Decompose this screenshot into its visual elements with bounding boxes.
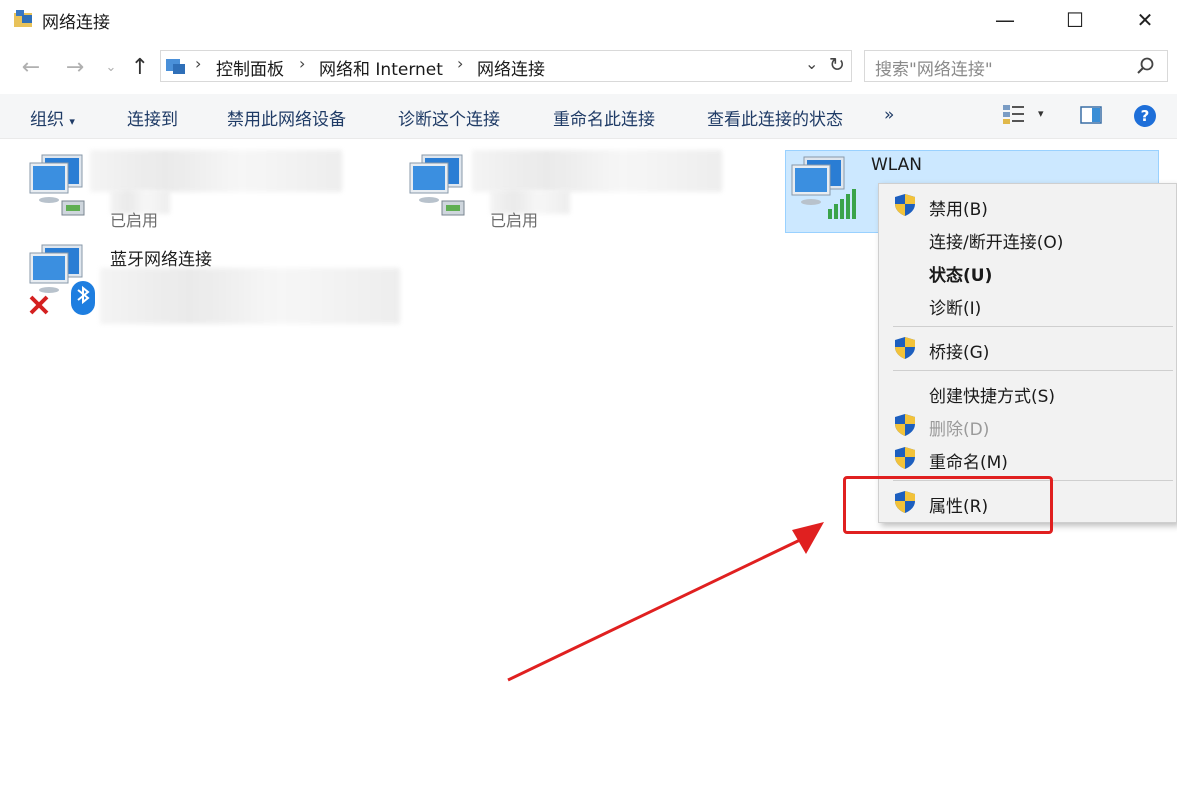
redacted-connection-name	[90, 150, 342, 192]
breadcrumb-separator-icon: ›	[195, 54, 202, 73]
breadcrumb-separator-icon: ›	[299, 54, 306, 73]
back-arrow-icon[interactable]: ←	[16, 52, 46, 82]
menu-item-diagnose[interactable]: 诊断(I)	[929, 294, 981, 319]
diagnose-button[interactable]: 诊断这个连接	[398, 105, 500, 130]
menu-item-disable[interactable]: 禁用(B)	[929, 195, 988, 220]
menu-item-rename[interactable]: 重命名(M)	[929, 448, 1008, 473]
breadcrumb-network-internet[interactable]: 网络和 Internet	[319, 55, 443, 80]
redacted-connection-name	[472, 150, 722, 192]
search-icon[interactable]	[1136, 56, 1156, 76]
more-commands-button[interactable]: »	[884, 105, 894, 125]
menu-item-bridge[interactable]: 桥接(G)	[929, 338, 989, 363]
dropdown-caret-icon: ▾	[69, 115, 75, 128]
maximize-button[interactable]: ☐	[1052, 0, 1098, 40]
wlan-connection-name: WLAN	[871, 155, 923, 175]
address-dropdown-icon[interactable]: ⌄	[805, 54, 818, 73]
ethernet-connection-icon	[409, 154, 465, 216]
uac-shield-icon	[895, 337, 915, 359]
annotation-arrow-icon	[507, 522, 824, 682]
view-dropdown-icon[interactable]: ▾	[1038, 107, 1044, 120]
menu-item-create-shortcut[interactable]: 创建快捷方式(S)	[929, 382, 1055, 407]
svg-text:?: ?	[1141, 107, 1150, 125]
wifi-connection-icon	[791, 156, 856, 219]
control-panel-icon	[166, 59, 185, 74]
view-options-icon[interactable]	[1002, 104, 1026, 126]
organize-label: 组织	[30, 110, 64, 130]
window-title: 网络连接	[42, 13, 110, 33]
view-status-button[interactable]: 查看此连接的状态	[707, 105, 843, 130]
minimize-button[interactable]: —	[982, 0, 1028, 40]
uac-shield-icon	[895, 447, 915, 469]
breadcrumb-control-panel[interactable]: 控制面板	[216, 55, 284, 80]
connect-to-button[interactable]: 连接到	[127, 105, 178, 130]
redacted-connection-detail	[100, 268, 400, 324]
refresh-icon[interactable]: ↻	[829, 54, 845, 76]
menu-item-connect-disconnect[interactable]: 连接/断开连接(O)	[929, 228, 1063, 253]
rename-button[interactable]: 重命名此连接	[553, 105, 655, 130]
disable-device-button[interactable]: 禁用此网络设备	[227, 105, 346, 130]
forward-arrow-icon[interactable]: →	[60, 52, 90, 82]
annotation-highlight-box	[843, 476, 1053, 534]
uac-shield-icon	[895, 194, 915, 216]
preview-pane-icon[interactable]	[1080, 106, 1102, 124]
breadcrumb-network-connections[interactable]: 网络连接	[477, 55, 545, 80]
up-arrow-icon[interactable]: ↑	[125, 52, 155, 82]
menu-item-status[interactable]: 状态(U)	[929, 261, 992, 286]
help-icon[interactable]: ?	[1133, 104, 1157, 128]
bluetooth-connection-icon	[29, 244, 95, 315]
connection-status: 已启用	[110, 211, 159, 230]
breadcrumb-separator-icon: ›	[457, 54, 464, 73]
connection-status: 已启用	[490, 211, 539, 230]
bluetooth-connection-name: 蓝牙网络连接	[110, 250, 212, 270]
recent-chevron-icon[interactable]: ⌄	[96, 52, 126, 82]
network-folder-icon	[14, 10, 32, 27]
menu-separator	[893, 370, 1173, 371]
search-placeholder: 搜索"网络连接"	[875, 60, 993, 80]
close-button[interactable]: ✕	[1122, 0, 1168, 40]
uac-shield-icon	[895, 414, 915, 436]
organize-button[interactable]: 组织 ▾	[30, 105, 75, 130]
menu-separator	[893, 326, 1173, 327]
menu-item-delete: 删除(D)	[929, 420, 990, 440]
